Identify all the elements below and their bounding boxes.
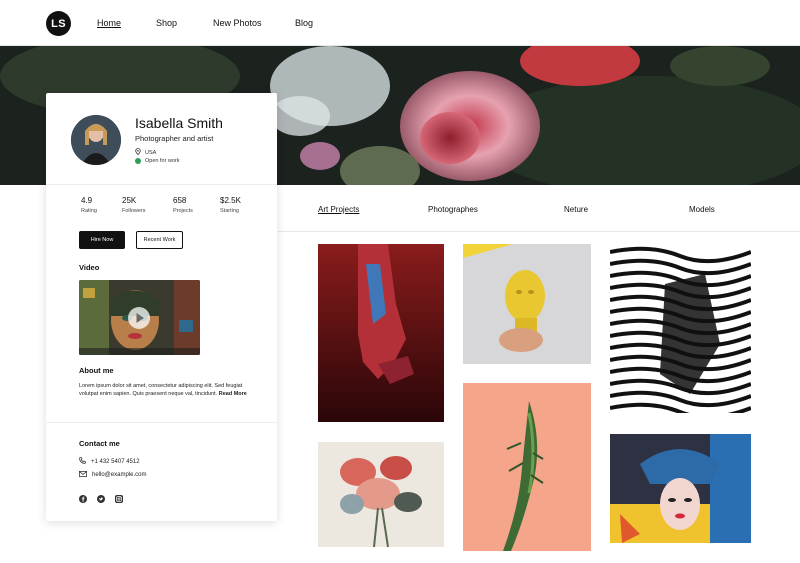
recent-work-button[interactable]: Recent Work (136, 231, 183, 249)
instagram-icon[interactable] (115, 490, 123, 503)
stat-value: $2.5K (220, 196, 241, 205)
tab-models[interactable]: Models (689, 205, 715, 214)
tab-photographes[interactable]: Photographes (428, 205, 478, 214)
contact-phone[interactable]: +1 432 5407 4512 (79, 457, 140, 466)
top-navigation: LS Home Shop New Photos Blog (0, 0, 800, 46)
nav-link-new-photos[interactable]: New Photos (213, 18, 262, 28)
availability-status: Open for work (135, 158, 180, 164)
location-pin-icon (135, 148, 141, 157)
avatar (71, 115, 121, 165)
gallery-photo-hand-red[interactable] (318, 244, 444, 422)
stat-label: Starting (220, 208, 239, 214)
facebook-icon[interactable] (79, 490, 87, 503)
twitter-icon[interactable] (97, 490, 105, 503)
about-heading: About me (79, 366, 114, 375)
profile-card: Isabella Smith Photographer and artist U… (46, 93, 277, 521)
stat-followers: 25K Followers (122, 196, 172, 214)
nav-link-shop[interactable]: Shop (156, 18, 177, 28)
gallery-photo-flowers[interactable] (318, 442, 444, 547)
contact-heading: Contact me (79, 439, 120, 448)
divider (46, 422, 277, 423)
email-text: hello@example.com (92, 472, 147, 478)
play-icon[interactable] (127, 306, 151, 330)
contact-email[interactable]: hello@example.com (79, 471, 146, 479)
divider (46, 184, 277, 185)
profile-location: USA (135, 148, 156, 157)
about-text: Lorem ipsum dolor sit amet, consectetur … (79, 383, 249, 399)
mail-icon (79, 471, 87, 479)
status-text: Open for work (145, 158, 180, 164)
phone-text: +1 432 5407 4512 (91, 458, 140, 465)
gallery-photo-striped-figure[interactable] (610, 244, 751, 413)
gallery-photo-yellow-bust[interactable] (463, 244, 591, 364)
phone-icon (79, 457, 86, 466)
gallery-photo-green-plant[interactable] (463, 383, 591, 551)
profile-role: Photographer and artist (135, 134, 214, 143)
location-text: USA (145, 149, 157, 156)
status-dot-icon (135, 158, 141, 164)
tab-neture[interactable]: Neture (564, 205, 588, 214)
stat-starting: $2.5K Starting (220, 196, 270, 214)
nav-link-home[interactable]: Home (97, 18, 121, 28)
read-more-link[interactable]: Read More (219, 391, 247, 397)
stat-projects: 658 Projects (173, 196, 223, 214)
tab-art-projects[interactable]: Art Projects (318, 205, 359, 214)
hire-now-button[interactable]: Hire Now (79, 231, 125, 249)
logo[interactable]: LS (46, 11, 71, 36)
stat-value: 658 (173, 196, 187, 205)
nav-link-blog[interactable]: Blog (295, 18, 313, 28)
profile-name: Isabella Smith (135, 115, 223, 131)
stat-label: Followers (122, 208, 146, 214)
stat-label: Projects (173, 208, 193, 214)
stat-value: 25K (122, 196, 137, 205)
video-heading: Video (79, 263, 100, 272)
tabs-divider (278, 231, 800, 232)
video-player[interactable] (79, 280, 200, 355)
gallery-photo-painted-face[interactable] (610, 434, 751, 543)
